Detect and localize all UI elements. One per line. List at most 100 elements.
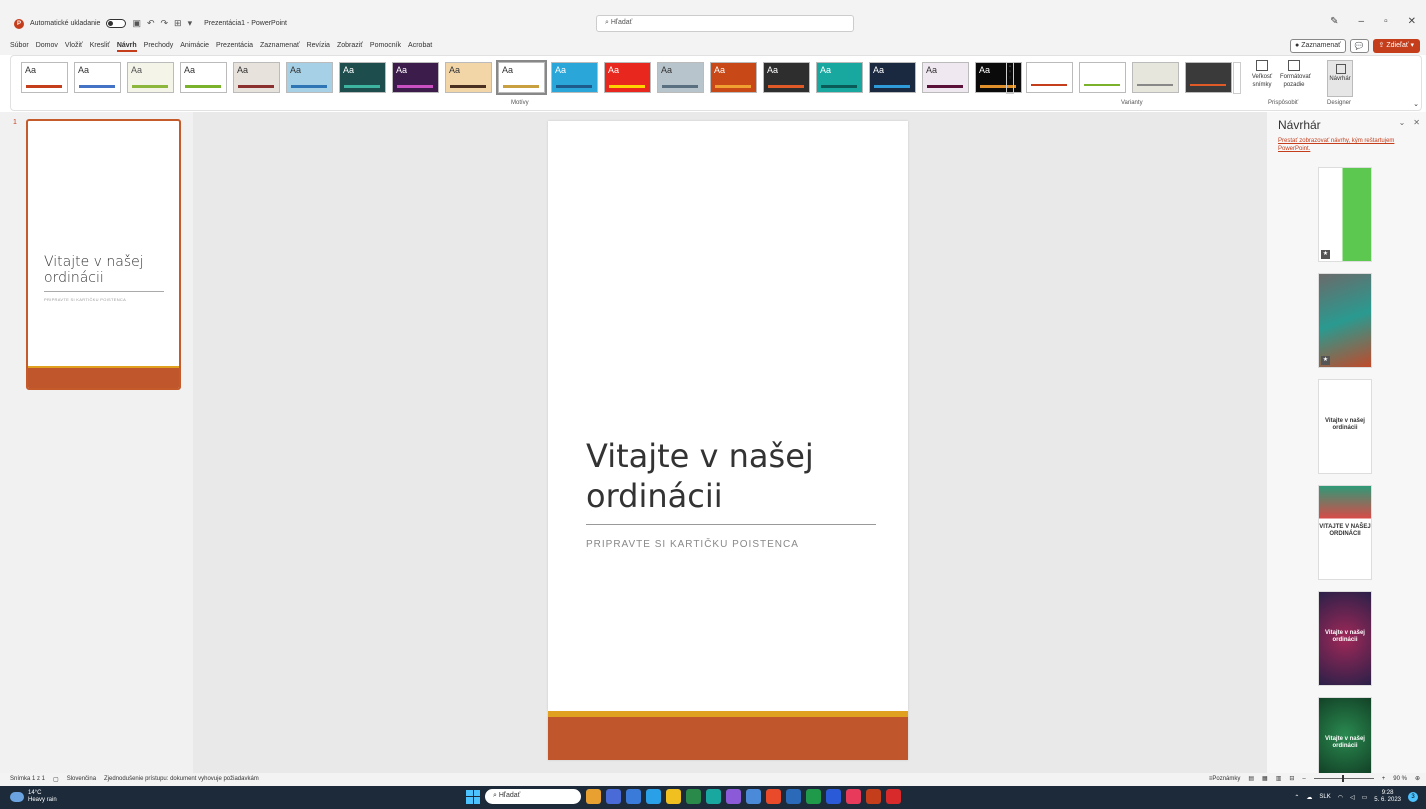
taskbar-app-icon[interactable] — [706, 789, 721, 804]
theme-thumbnail[interactable]: Aa — [710, 62, 757, 93]
search-box[interactable]: ⌕ Hľadať — [596, 15, 854, 32]
tab-11[interactable]: Pomocník — [370, 42, 401, 52]
variant-thumbnail[interactable] — [1185, 62, 1232, 93]
close-icon[interactable]: ✕ — [1408, 16, 1416, 27]
taskbar-app-icon[interactable] — [626, 789, 641, 804]
tab-4[interactable]: Návrh — [116, 42, 137, 52]
design-idea-card[interactable]: VITAJTE V NAŠEJ ORDINÁCII — [1318, 485, 1372, 580]
present-icon[interactable]: ⊞ — [174, 18, 182, 29]
language[interactable]: Slovenčina — [67, 776, 96, 783]
tab-0[interactable]: Súbor — [10, 42, 29, 52]
spelling-icon[interactable]: ▢ — [53, 776, 59, 783]
notes-button[interactable]: ≡Poznámky — [1209, 776, 1241, 782]
input-language[interactable]: SLK — [1319, 794, 1330, 800]
stop-suggestions-link[interactable]: Prestať zobrazovať návrhy, kým reštartuj… — [1278, 137, 1418, 153]
theme-thumbnail[interactable]: Aa — [74, 62, 121, 93]
reading-view-icon[interactable]: ▥ — [1276, 775, 1282, 782]
theme-thumbnail[interactable]: Aa — [975, 62, 1022, 93]
tab-12[interactable]: Acrobat — [408, 42, 432, 52]
accessibility-status[interactable]: Zjednodušenie prístupu: dokument vyhovuj… — [104, 776, 259, 783]
taskbar-app-icon[interactable] — [886, 789, 901, 804]
theme-thumbnail[interactable]: Aa — [392, 62, 439, 93]
slide-title[interactable]: Vitajte v našej ordinácii — [586, 436, 908, 516]
collapse-ribbon-icon[interactable]: ⌄ — [1413, 100, 1419, 108]
comments-icon[interactable]: 💬 — [1349, 39, 1369, 53]
zoom-in-icon[interactable]: + — [1382, 776, 1386, 782]
tab-1[interactable]: Domov — [36, 42, 58, 52]
taskbar-app-icon[interactable] — [586, 789, 601, 804]
theme-thumbnail[interactable]: Aa — [763, 62, 810, 93]
taskbar-app-icon[interactable] — [646, 789, 661, 804]
share-button[interactable]: ⇪ Zdieľať ▾ — [1372, 39, 1420, 53]
theme-thumbnail[interactable]: Aa — [551, 62, 598, 93]
variants-scroll[interactable] — [1233, 62, 1241, 94]
tab-6[interactable]: Animácie — [180, 42, 209, 52]
battery-icon[interactable]: ▭ — [1362, 794, 1368, 801]
tab-9[interactable]: Revízia — [307, 42, 330, 52]
theme-thumbnail[interactable]: Aa — [127, 62, 174, 93]
theme-thumbnail[interactable]: Aa — [286, 62, 333, 93]
taskbar-app-icon[interactable] — [606, 789, 621, 804]
wifi-icon[interactable]: ◠ — [1338, 794, 1343, 801]
theme-thumbnail[interactable]: Aa — [922, 62, 969, 93]
design-idea-card[interactable]: ★ — [1318, 273, 1372, 368]
design-idea-card[interactable]: Vitajte v našej ordinácii — [1318, 591, 1372, 686]
tray-overflow-icon[interactable]: ⌃ — [1294, 794, 1299, 801]
tab-7[interactable]: Prezentácia — [216, 42, 253, 52]
taskbar-app-icon[interactable] — [766, 789, 781, 804]
customize-toolbar-icon[interactable]: ▾ — [188, 18, 193, 29]
slide-thumbnail[interactable]: Vitajte v našej ordinácii PRIPRAVTE SI K… — [26, 119, 181, 390]
autosave-toggle[interactable] — [106, 19, 127, 28]
taskbar-app-icon[interactable] — [726, 789, 741, 804]
windows-start-icon[interactable] — [466, 789, 480, 804]
variant-thumbnail[interactable] — [1026, 62, 1073, 93]
taskbar-search[interactable]: ⌕ Hľadať — [485, 789, 581, 804]
volume-icon[interactable]: ◁ — [1350, 794, 1355, 801]
slide-size-button[interactable]: Veľkosť snímky — [1248, 60, 1276, 89]
redo-icon[interactable]: ↷ — [161, 18, 169, 29]
taskbar-app-icon[interactable] — [666, 789, 681, 804]
design-idea-card[interactable]: ★ — [1318, 167, 1372, 262]
pen-icon[interactable]: ✎ — [1330, 16, 1338, 27]
theme-thumbnail[interactable]: Aa — [233, 62, 280, 93]
format-background-button[interactable]: Formátovať pozadie — [1280, 60, 1311, 89]
variant-thumbnail[interactable] — [1079, 62, 1126, 93]
clock[interactable]: 9:28 5. 6. 2023 — [1374, 790, 1401, 804]
close-icon[interactable]: ✕ — [1413, 118, 1420, 127]
theme-thumbnail[interactable]: Aa — [604, 62, 651, 93]
themes-scroll[interactable]: ▴ ▾ ▿ — [1006, 62, 1014, 94]
designer-button[interactable]: Návrhár — [1327, 60, 1353, 97]
theme-thumbnail[interactable]: Aa — [180, 62, 227, 93]
normal-view-icon[interactable]: ▤ — [1248, 775, 1254, 782]
minimize-icon[interactable]: – — [1359, 16, 1365, 27]
taskbar-app-icon[interactable] — [746, 789, 761, 804]
save-icon[interactable]: ▣ — [132, 18, 141, 29]
zoom-level[interactable]: 90 % — [1393, 776, 1407, 782]
slide-canvas[interactable]: Vitajte v našej ordinácii PRIPRAVTE SI K… — [548, 121, 908, 760]
tab-3[interactable]: Kresliť — [90, 42, 110, 52]
onedrive-icon[interactable]: ☁ — [1306, 794, 1312, 801]
undo-icon[interactable]: ↶ — [147, 18, 155, 29]
theme-thumbnail[interactable]: Aa — [21, 62, 68, 93]
notification-badge[interactable]: 3 — [1408, 792, 1418, 802]
fit-slide-icon[interactable]: ⊕ — [1415, 775, 1420, 782]
record-button[interactable]: ● Zaznamenať — [1290, 39, 1346, 53]
variant-thumbnail[interactable] — [1132, 62, 1179, 93]
theme-thumbnail[interactable]: Aa — [869, 62, 916, 93]
taskbar-app-icon[interactable] — [826, 789, 841, 804]
slide-subtitle[interactable]: PRIPRAVTE SI KARTIČKU POISTENCA — [586, 539, 799, 550]
theme-thumbnail[interactable]: Aa — [657, 62, 704, 93]
theme-thumbnail[interactable]: Aa — [496, 60, 547, 95]
taskbar-app-icon[interactable] — [866, 789, 881, 804]
taskbar-app-icon[interactable] — [846, 789, 861, 804]
taskbar-app-icon[interactable] — [786, 789, 801, 804]
theme-thumbnail[interactable]: Aa — [816, 62, 863, 93]
zoom-slider[interactable] — [1313, 775, 1374, 782]
zoom-slider-thumb[interactable] — [1341, 775, 1344, 782]
theme-thumbnail[interactable]: Aa — [445, 62, 492, 93]
tab-5[interactable]: Prechody — [144, 42, 174, 52]
zoom-out-icon[interactable]: – — [1302, 776, 1305, 782]
taskbar-app-icon[interactable] — [806, 789, 821, 804]
tab-2[interactable]: Vložiť — [65, 42, 83, 52]
chevron-down-icon[interactable]: ⌄ — [1399, 118, 1406, 127]
